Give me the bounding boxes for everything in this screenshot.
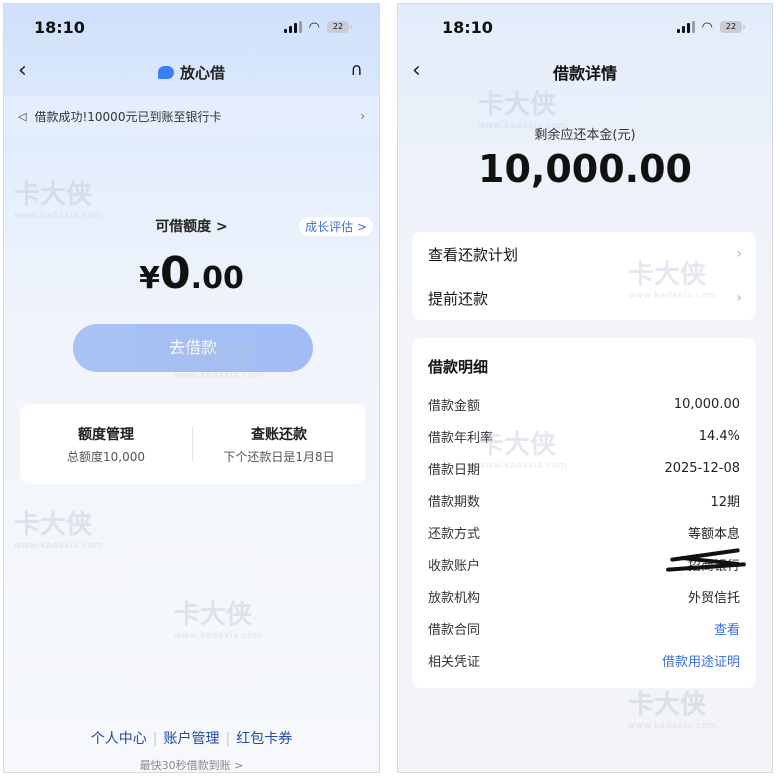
- status-bar: 18:10 ◠ 22: [4, 4, 379, 44]
- detail-row-account: 收款账户 招商银行: [428, 547, 747, 574]
- amount-integer: 0: [160, 248, 191, 299]
- menu-item-label: 提前还款: [428, 289, 489, 308]
- remaining-principal-amount: 10,000.00: [478, 147, 692, 191]
- app-brand: 放心借: [4, 62, 379, 83]
- chevron-right-icon: ›: [736, 290, 742, 306]
- menu-early-repayment[interactable]: 提前还款 ›: [412, 276, 756, 320]
- redaction-scribble: [660, 547, 750, 575]
- speaker-icon: ◁: [18, 109, 27, 123]
- notice-bar[interactable]: ◁ 借款成功!10000元已到账至银行卡 ›: [4, 96, 379, 136]
- quota-management[interactable]: 额度管理 总额度10,000: [20, 424, 192, 465]
- watermark: 卡大侠 www.kadaxia.com: [14, 510, 103, 551]
- detail-row-terms: 借款期数 12期: [428, 494, 740, 510]
- bottom-links: 个人中心 | 账户管理 | 红包卡券: [4, 728, 379, 748]
- detail-row-method: 还款方式 等额本息: [428, 526, 740, 542]
- wifi-icon: ◠: [308, 19, 320, 35]
- detail-row-contract: 借款合同 查看: [428, 618, 740, 638]
- watermark: 卡大侠 www.kadaxia.com: [174, 600, 263, 641]
- notice-chevron-icon: ›: [360, 109, 365, 123]
- loan-detail-card: 借款明细 借款金额 10,000.00 借款年利率 14.4% 借款日期 2025-1…: [412, 338, 756, 688]
- notice-text: 借款成功!10000元已到账至银行卡: [34, 109, 222, 124]
- currency-symbol: ¥: [139, 261, 161, 296]
- signal-icon: [676, 21, 695, 33]
- status-time: 18:10: [34, 18, 85, 37]
- repay-subtitle: 下个还款日是1月8日: [223, 449, 335, 464]
- app-name: 放心借: [179, 64, 225, 82]
- link-divider: |: [152, 731, 158, 747]
- chevron-right-icon: ›: [736, 246, 742, 262]
- borrow-button[interactable]: 去借款: [73, 324, 313, 372]
- status-time: 18:10: [442, 18, 493, 37]
- watermark: 卡大侠 www.kadaxia.com: [628, 690, 717, 731]
- detail-row-rate: 借款年利率 14.4%: [428, 428, 740, 446]
- repay-check[interactable]: 查账还款 下个还款日是1月8日: [193, 424, 365, 465]
- repay-title: 查账还款: [251, 426, 307, 443]
- link-personal-center[interactable]: 个人中心: [85, 731, 153, 747]
- nav-bar: ‹ 借款详情: [398, 54, 772, 90]
- customer-service-headset-icon[interactable]: ∩: [351, 60, 363, 80]
- view-contract-link[interactable]: 查看: [714, 619, 740, 638]
- tagline[interactable]: 最快30秒借款到账 >: [4, 757, 379, 772]
- account-value: 招商银行: [665, 547, 747, 574]
- menu-repayment-plan[interactable]: 查看还款计划 ›: [412, 232, 756, 276]
- watermark: 卡大侠 www.kadaxia.com: [14, 180, 103, 221]
- brand-logo-icon: [157, 66, 174, 79]
- quota-subtitle: 总额度10,000: [67, 449, 145, 464]
- amount-decimal: .00: [190, 261, 244, 296]
- right-phone-screen: 18:10 ◠ 22 ‹ 借款详情 剩余应还本金(元) 10,000.00 查看…: [397, 3, 773, 773]
- detail-row-institution: 放款机构 外贸信托: [428, 590, 740, 606]
- page-title: 借款详情: [552, 64, 617, 83]
- battery-icon: 22: [327, 21, 352, 33]
- battery-icon: 22: [720, 21, 745, 33]
- nav-bar: ‹ 放心借 ∩: [4, 54, 379, 90]
- menu-item-label: 查看还款计划: [428, 245, 519, 264]
- growth-assessment-badge[interactable]: 成长评估 >: [299, 217, 373, 236]
- available-amount: ¥0.00: [4, 248, 379, 299]
- status-icons: ◠ 22: [283, 19, 352, 35]
- status-icons: ◠ 22: [676, 19, 745, 35]
- limit-row: 可借额度 > 成长评估 >: [4, 216, 379, 238]
- detail-row-amount: 借款金额 10,000.00: [428, 396, 740, 414]
- detail-row-date: 借款日期 2025-12-08: [428, 460, 740, 478]
- wifi-icon: ◠: [701, 19, 713, 35]
- quota-title: 额度管理: [78, 426, 134, 443]
- quick-actions-card: 额度管理 总额度10,000 查账还款 下个还款日是1月8日: [20, 404, 365, 484]
- detail-title: 借款明细: [428, 358, 489, 376]
- link-coupons[interactable]: 红包卡券: [230, 731, 298, 747]
- remaining-principal-label: 剩余应还本金(元): [534, 128, 636, 143]
- left-phone-screen: 18:10 ◠ 22 ‹ 放心借 ∩ ◁ 借款成功!10000元已到账至银行卡 …: [3, 3, 380, 773]
- loan-purpose-proof-link[interactable]: 借款用途证明: [662, 651, 740, 670]
- signal-icon: [283, 21, 302, 33]
- detail-row-voucher: 相关凭证 借款用途证明: [428, 650, 740, 670]
- repayment-menu-card: 查看还款计划 › 提前还款 ›: [412, 232, 756, 320]
- link-account-management[interactable]: 账户管理: [158, 731, 226, 747]
- status-bar: 18:10 ◠ 22: [398, 4, 772, 44]
